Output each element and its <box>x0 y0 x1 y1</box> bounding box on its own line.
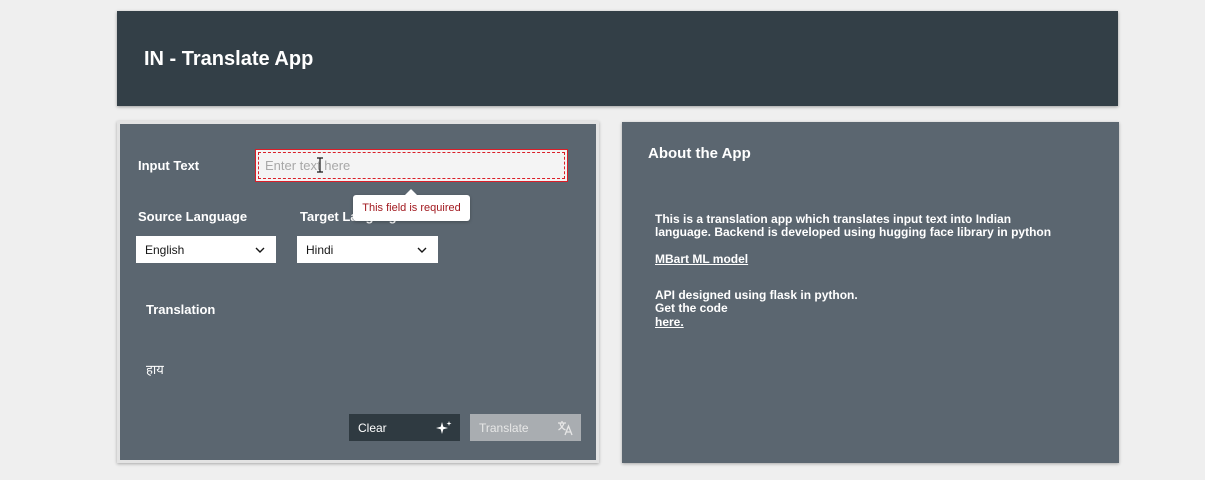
translate-icon <box>558 420 573 435</box>
source-language-label: Source Language <box>138 209 248 224</box>
input-text-label: Input Text <box>138 158 200 173</box>
input-text-field[interactable] <box>255 149 568 182</box>
text-cursor-icon <box>317 157 323 173</box>
mbart-model-link[interactable]: MBart ML model <box>655 253 748 266</box>
code-line: Get the code <box>655 301 728 315</box>
validation-tooltip: This field is required <box>353 189 470 221</box>
chevron-down-icon <box>255 247 265 253</box>
translation-output: हाय <box>146 362 164 377</box>
clear-button[interactable]: Clear <box>349 414 460 441</box>
sparkle-icon <box>436 420 452 434</box>
app-header: IN - Translate App <box>117 11 1118 106</box>
about-description: This is a translation app which translat… <box>655 213 1095 239</box>
source-language-select[interactable]: English <box>136 236 276 263</box>
translate-form-panel: Input Text This field is required Source… <box>117 121 599 463</box>
target-language-value: Hindi <box>306 242 334 257</box>
about-title: About the App <box>648 145 751 162</box>
about-panel: About the App This is a translation app … <box>622 122 1119 463</box>
about-line-2: language. Backend is developed using hug… <box>655 225 1052 239</box>
target-language-select[interactable]: Hindi <box>297 236 438 263</box>
source-language-value: English <box>145 242 185 257</box>
translation-label: Translation <box>146 302 216 317</box>
code-link[interactable]: here. <box>655 316 684 329</box>
translate-button-label: Translate <box>479 420 529 435</box>
app-title: IN - Translate App <box>144 48 314 70</box>
chevron-down-icon <box>417 247 427 253</box>
translate-button[interactable]: Translate <box>470 414 581 441</box>
about-api-text: API designed using flask in python. Get … <box>655 289 1095 315</box>
validation-message: This field is required <box>362 202 461 214</box>
clear-button-label: Clear <box>358 420 387 435</box>
